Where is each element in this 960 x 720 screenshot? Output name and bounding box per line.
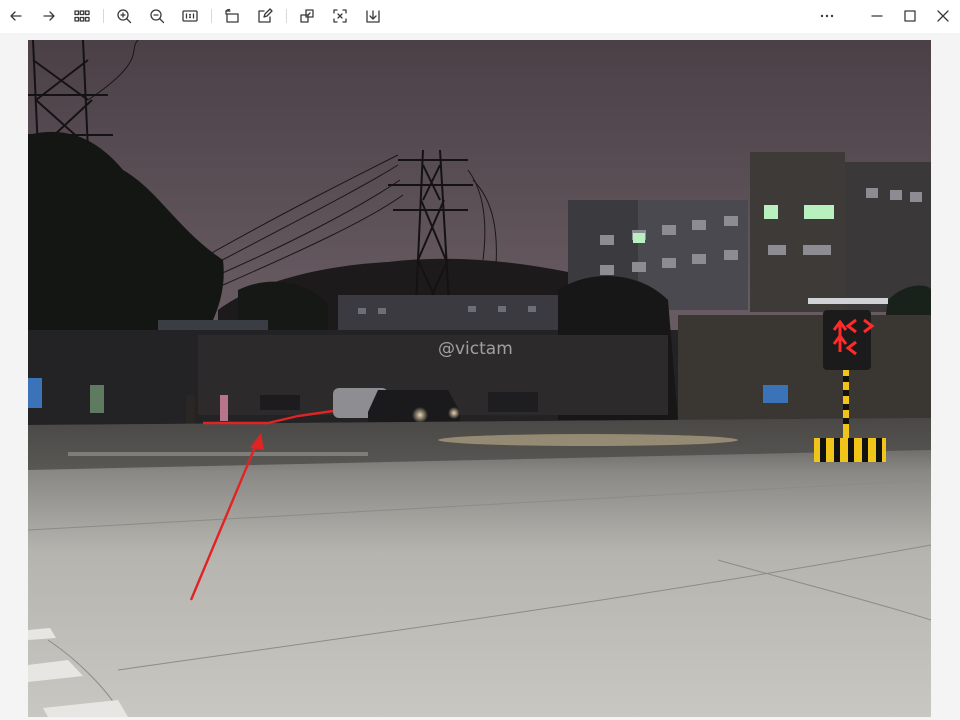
toolbar-divider	[211, 9, 212, 23]
fit-screen-button[interactable]	[328, 4, 352, 28]
rotate-button[interactable]	[220, 4, 244, 28]
more-button[interactable]	[815, 4, 839, 28]
toolbar-divider	[103, 9, 104, 23]
edit-button[interactable]	[253, 4, 277, 28]
notice-board	[90, 385, 104, 413]
download-icon	[366, 10, 380, 23]
toolbar-divider	[286, 9, 287, 23]
arrow-right-icon	[43, 11, 55, 21]
actual-size-button[interactable]	[178, 4, 202, 28]
maximize-icon	[904, 10, 916, 22]
thumbnails-button[interactable]	[70, 4, 94, 28]
close-button[interactable]	[931, 4, 955, 28]
more-dots-icon	[820, 14, 834, 18]
fit-screen-icon	[333, 9, 347, 23]
rotate-icon	[225, 8, 239, 23]
grid-icon	[74, 10, 90, 22]
blue-sign-right	[763, 385, 788, 403]
right-wall	[678, 315, 931, 425]
maximize-button[interactable]	[898, 4, 922, 28]
close-icon	[937, 10, 949, 22]
night-street-photo: @victam	[28, 40, 931, 717]
far-crosswalk	[68, 452, 368, 456]
download-button[interactable]	[361, 4, 385, 28]
actual-size-icon	[182, 10, 198, 22]
zoom-out-button[interactable]	[145, 4, 169, 28]
back-button[interactable]	[4, 4, 28, 28]
headlight-reflection	[438, 434, 738, 446]
crop-icon	[300, 9, 314, 23]
minimize-button[interactable]	[865, 4, 889, 28]
crop-button[interactable]	[295, 4, 319, 28]
zoom-out-icon	[150, 9, 165, 24]
car-right-dark	[488, 392, 538, 412]
watermark: @victam	[438, 339, 513, 359]
minimize-icon	[871, 15, 883, 17]
zoom-in-button[interactable]	[112, 4, 136, 28]
edit-icon	[258, 8, 273, 23]
forward-button[interactable]	[37, 4, 61, 28]
car-left-dark	[260, 395, 300, 410]
blue-sign-left	[28, 378, 42, 408]
arrow-left-icon	[10, 11, 22, 21]
image-viewer-toolbar	[0, 0, 960, 33]
zoom-in-icon	[117, 9, 132, 24]
